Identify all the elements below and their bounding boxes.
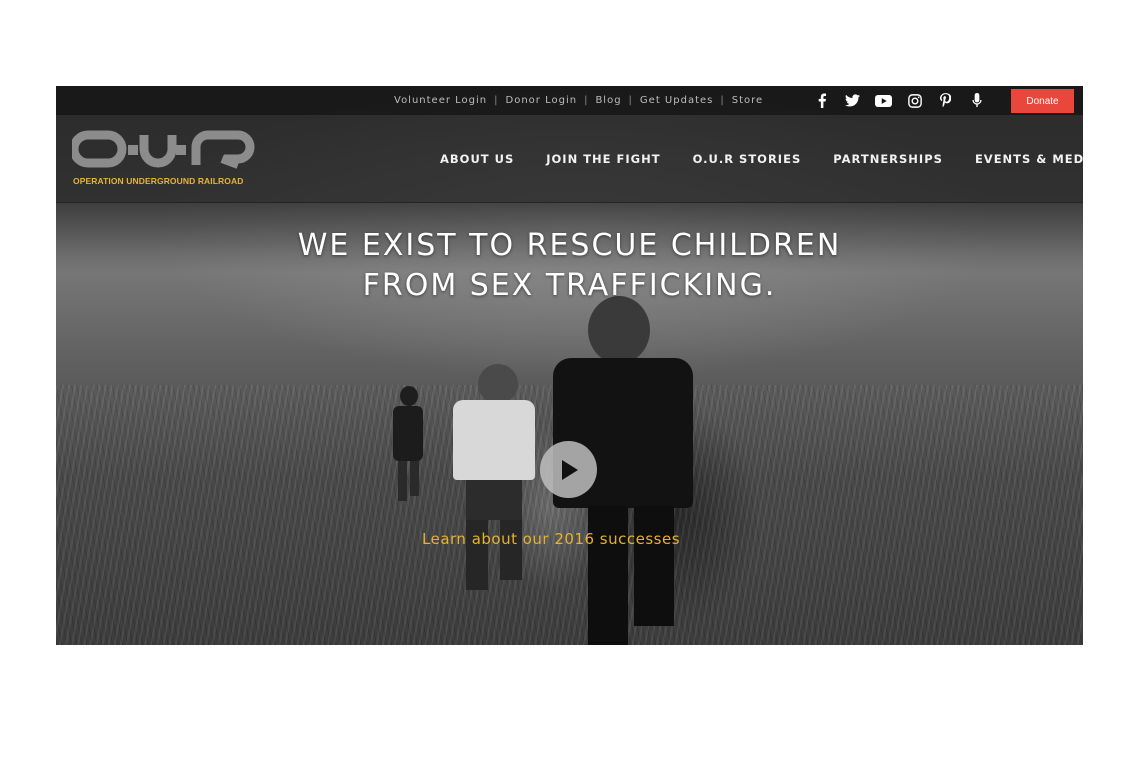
hero-headline: WE EXIST TO RESCUE CHILDREN FROM SEX TRA… <box>56 226 1083 306</box>
volunteer-login-link[interactable]: Volunteer Login <box>394 95 487 106</box>
instagram-icon[interactable] <box>905 91 924 110</box>
store-link[interactable]: Store <box>732 95 763 106</box>
separator: | <box>720 95 725 106</box>
play-icon <box>561 459 578 480</box>
pinterest-icon[interactable] <box>936 91 955 110</box>
blog-link[interactable]: Blog <box>595 95 621 106</box>
play-video-button[interactable] <box>540 441 597 498</box>
headline-line-2: FROM SEX TRAFFICKING. <box>362 268 777 303</box>
child-figure-far <box>388 386 428 506</box>
nav-join-the-fight[interactable]: JOIN THE FIGHT <box>546 152 660 166</box>
nav-events-media[interactable]: EVENTS & MEDIA <box>975 152 1083 166</box>
separator: | <box>494 95 499 106</box>
successes-link[interactable]: Learn about our 2016 successes <box>422 530 680 548</box>
our-logo-mark <box>69 130 255 169</box>
twitter-icon[interactable] <box>843 91 862 110</box>
get-updates-link[interactable]: Get Updates <box>640 95 713 106</box>
youtube-icon[interactable] <box>874 91 893 110</box>
headline-line-1: WE EXIST TO RESCUE CHILDREN <box>297 228 842 263</box>
social-links <box>812 86 986 115</box>
utility-links: Volunteer Login | Donor Login | Blog | G… <box>394 86 763 115</box>
separator: | <box>584 95 589 106</box>
utility-bar: Volunteer Login | Donor Login | Blog | G… <box>56 86 1083 115</box>
website-frame: Volunteer Login | Donor Login | Blog | G… <box>56 86 1083 645</box>
donate-button[interactable]: Donate <box>1011 89 1074 113</box>
logo-tagline: OPERATION UNDERGROUND RAILROAD <box>73 176 244 186</box>
microphone-icon[interactable] <box>967 91 986 110</box>
nav-our-stories[interactable]: O.U.R STORIES <box>693 152 802 166</box>
nav-partnerships[interactable]: PARTNERSHIPS <box>833 152 943 166</box>
nav-about-us[interactable]: ABOUT US <box>440 152 514 166</box>
main-nav: ABOUT US JOIN THE FIGHT O.U.R STORIES PA… <box>440 115 1083 203</box>
facebook-icon[interactable] <box>812 91 831 110</box>
child-figure-middle <box>448 364 548 604</box>
separator: | <box>628 95 633 106</box>
main-header: OPERATION UNDERGROUND RAILROAD ABOUT US … <box>56 115 1083 203</box>
our-logo[interactable]: OPERATION UNDERGROUND RAILROAD <box>69 129 262 193</box>
donor-login-link[interactable]: Donor Login <box>506 95 578 106</box>
